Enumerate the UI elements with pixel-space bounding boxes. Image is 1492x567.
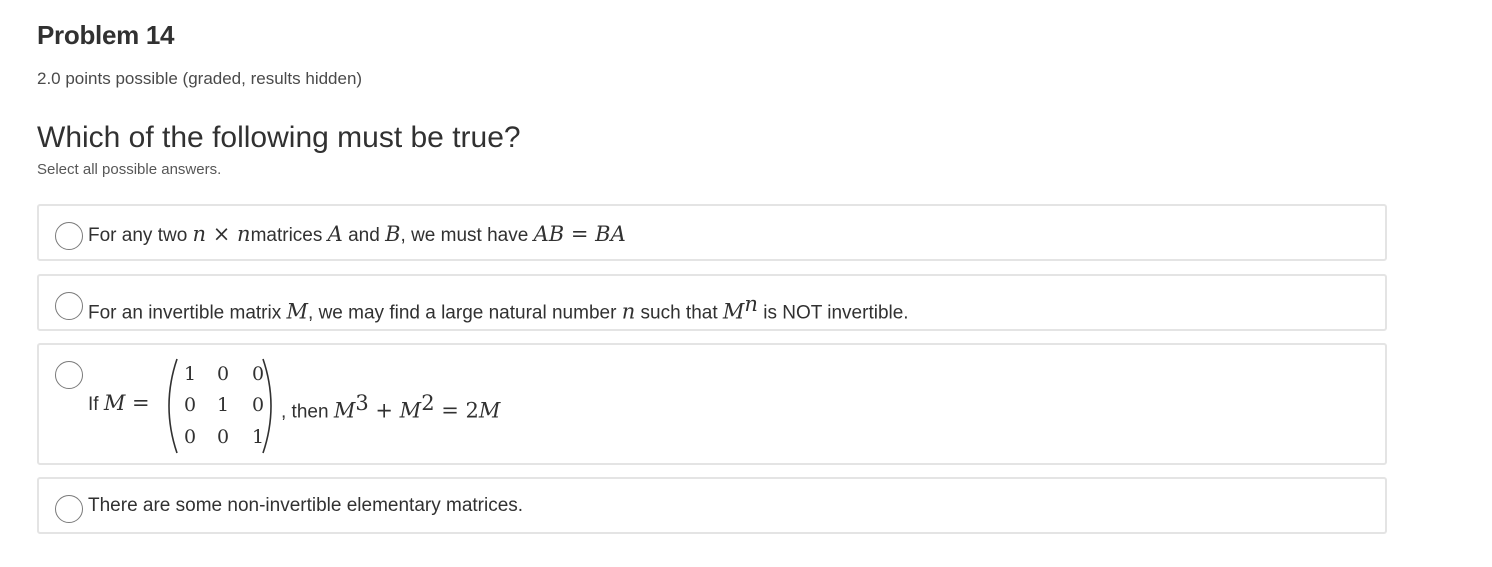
choice-4[interactable]: There are some non-invertible elementary… (37, 477, 1387, 534)
matrix-cell: 0 (216, 426, 230, 448)
matrix-cell: 1 (216, 394, 230, 416)
choice-2-label: For an invertible matrix M, we may find … (88, 292, 909, 324)
instruction-text: Select all possible answers. (37, 161, 222, 178)
choice-4-label: There are some non-invertible elementary… (88, 495, 524, 516)
matrix-cell: 1 (251, 426, 265, 448)
radio-button-3[interactable] (55, 361, 83, 389)
radio-button-2[interactable] (55, 292, 83, 320)
choice-1-label: For any two n × nmatrices A and B, we mu… (88, 222, 626, 246)
choice-2[interactable]: For an invertible matrix M, we may find … (37, 274, 1387, 331)
matrix-cell: 0 (251, 363, 265, 385)
choice-3[interactable]: If M = 1 0 0 0 1 0 0 0 1 , then M3 + M2 … (37, 343, 1387, 465)
points-info: 2.0 points possible (graded, results hid… (37, 69, 363, 88)
question-text: Which of the following must be true? (37, 121, 521, 154)
problem-title: Problem 14 (37, 20, 175, 50)
choice-3-then-label: , then M3 + M2 = 2M (281, 391, 501, 423)
matrix-cell: 0 (251, 394, 265, 416)
radio-button-4[interactable] (55, 495, 83, 523)
matrix-cell: 0 (183, 394, 197, 416)
matrix-cell: 1 (183, 363, 197, 385)
matrix-cell: 0 (183, 426, 197, 448)
identity-matrix: 1 0 0 0 1 0 0 0 1 (159, 353, 281, 459)
choice-1[interactable]: For any two n × nmatrices A and B, we mu… (37, 204, 1387, 261)
matrix-cell: 0 (216, 363, 230, 385)
choice-3-if-label: If M = (88, 391, 150, 415)
radio-button-1[interactable] (55, 222, 83, 250)
